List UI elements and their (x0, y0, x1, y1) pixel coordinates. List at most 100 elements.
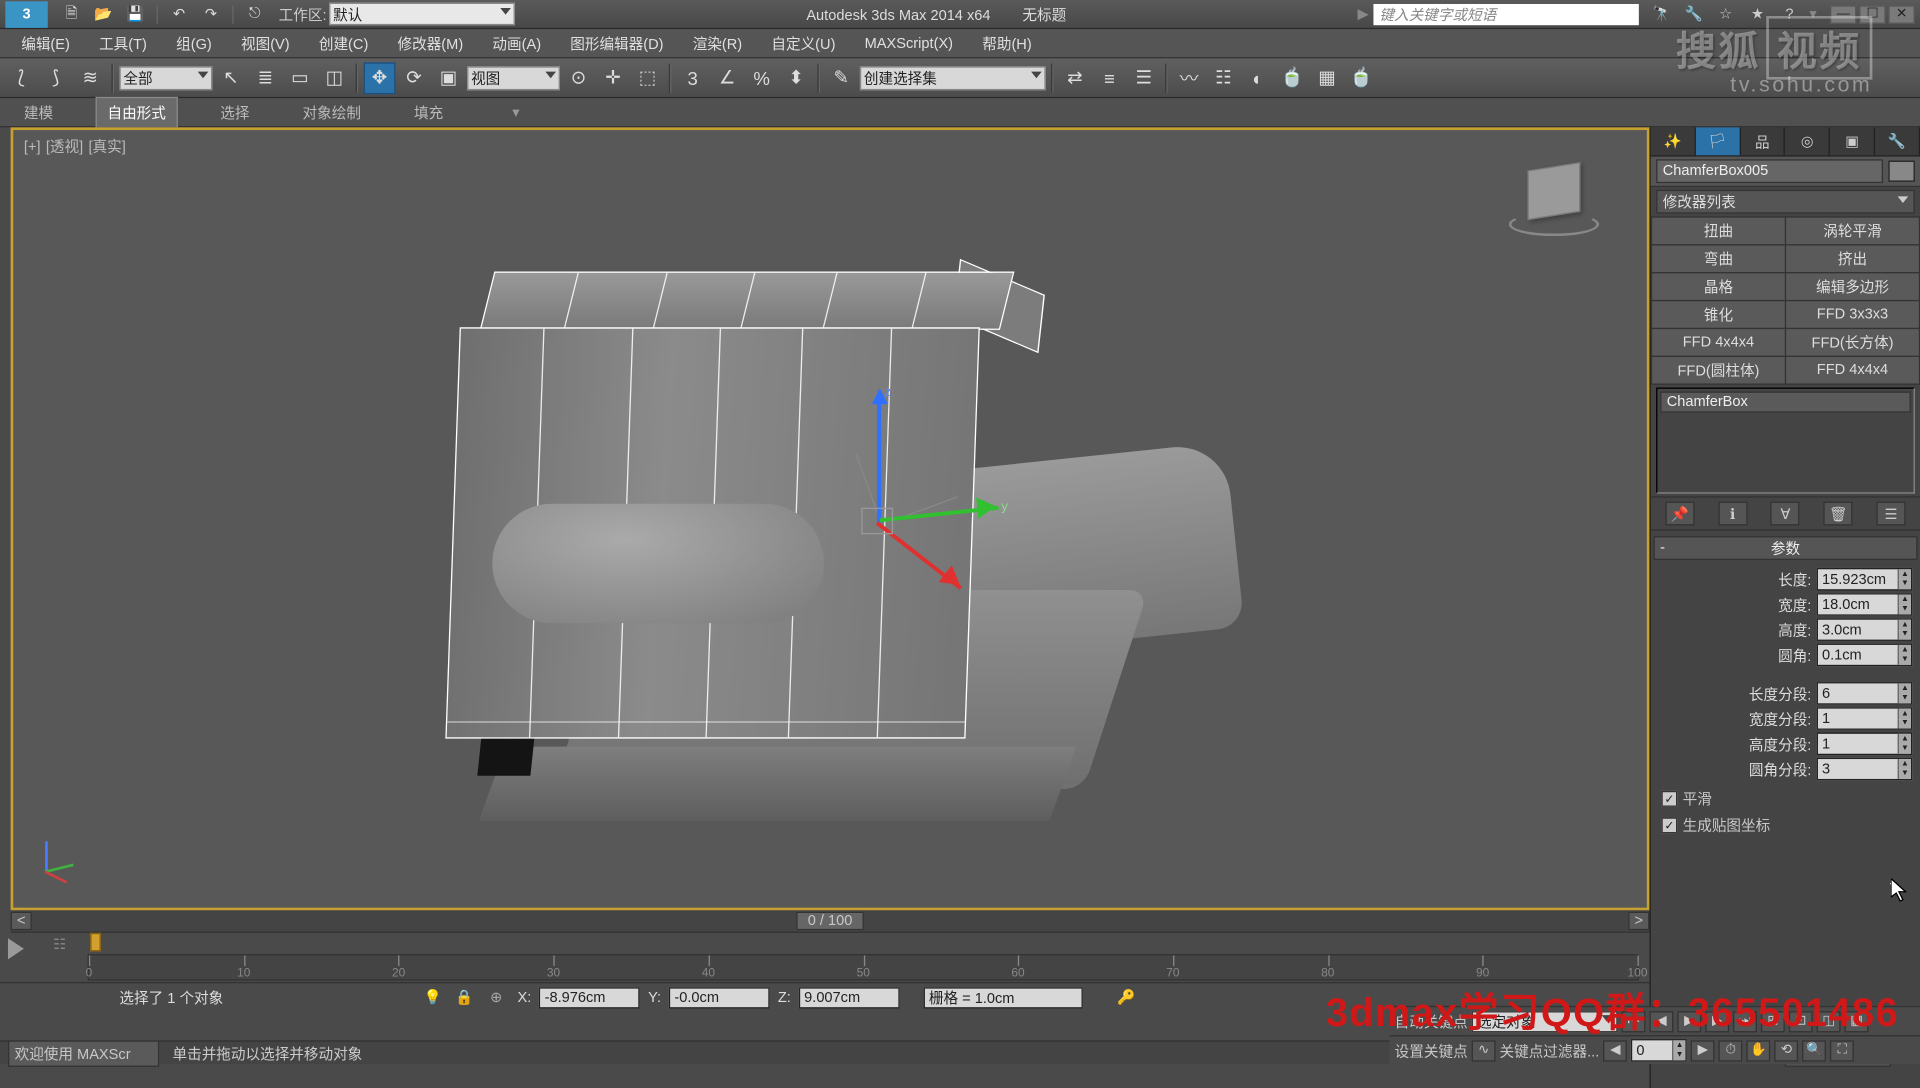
object-name-field[interactable]: ChamferBox005 (1656, 159, 1883, 183)
selection-filter-dropdown[interactable]: 全部 (119, 66, 212, 90)
height-spinner[interactable]: 3.0cm▲▼ (1817, 618, 1913, 641)
menu-view[interactable]: 视图(V) (228, 30, 303, 57)
mod-lattice[interactable]: 晶格 (1652, 273, 1785, 300)
maxscript-listener[interactable]: 欢迎使用 MAXScr (8, 1040, 159, 1067)
key-icon[interactable]: 🔑 (1117, 989, 1135, 1006)
frame-indicator[interactable]: 0 / 100 (796, 912, 865, 931)
play-icon[interactable] (8, 938, 35, 959)
mod-ffdbox[interactable]: FFD(长方体) (1786, 329, 1919, 356)
ribbon-tab-freeform[interactable]: 自由形式 (96, 97, 178, 128)
menu-create[interactable]: 创建(C) (306, 30, 382, 57)
rotate-icon[interactable]: ⟳ (398, 62, 430, 94)
cmd-tab-modify-icon[interactable]: 🏳 (1696, 127, 1741, 155)
menu-group[interactable]: 组(G) (163, 30, 225, 57)
lock-selection-icon[interactable]: 💡 (419, 987, 446, 1008)
object-color-swatch[interactable] (1888, 161, 1915, 182)
named-set-edit-icon[interactable]: ✎ (825, 62, 857, 94)
menu-tools[interactable]: 工具(T) (86, 30, 160, 57)
fseg-spinner[interactable]: 3▲▼ (1817, 758, 1913, 781)
mod-ffd4b[interactable]: FFD 4x4x4 (1786, 357, 1919, 384)
configure-sets-icon[interactable]: ☰ (1876, 502, 1905, 526)
viewport-label[interactable]: [+][透视][真实] (21, 135, 128, 156)
coord-z-field[interactable]: 9.007cm (799, 987, 900, 1008)
mod-turbosmooth[interactable]: 涡轮平滑 (1786, 218, 1919, 245)
coord-y-field[interactable]: -0.0cm (669, 987, 770, 1008)
axis-y[interactable] (879, 506, 998, 522)
maximize-vp-icon[interactable]: ⛶ (1830, 1040, 1854, 1061)
snap-toggle-icon[interactable]: ⬚ (632, 62, 664, 94)
current-frame-spinner[interactable]: 0▲▼ (1631, 1039, 1687, 1062)
ribbon-tab-populate[interactable]: 填充 (403, 98, 453, 127)
mod-editpoly[interactable]: 编辑多边形 (1786, 273, 1919, 300)
ribbon-tab-objectpaint[interactable]: 对象绘制 (292, 98, 372, 127)
align-icon[interactable]: ≡ (1093, 62, 1125, 94)
keyfilter-label[interactable]: 关键点过滤器... (1500, 1040, 1600, 1061)
rollout-parameters[interactable]: -参数 (1653, 536, 1917, 560)
material-editor-icon[interactable]: ◐ (1242, 62, 1274, 94)
unlink-icon[interactable]: ⟆ (40, 62, 72, 94)
mod-twist[interactable]: 扭曲 (1652, 218, 1785, 245)
scroll-right-icon[interactable]: > (1628, 912, 1649, 931)
named-selection-dropdown[interactable]: 创建选择集 (860, 66, 1046, 90)
select-by-name-icon[interactable]: ≣ (249, 62, 281, 94)
menu-edit[interactable]: 编辑(E) (8, 30, 83, 57)
timeline[interactable]: ☷ 0102030405060708090100 (11, 932, 1650, 982)
ribbon-tab-selection[interactable]: 选择 (210, 98, 260, 127)
cmd-tab-display-icon[interactable]: ▣ (1830, 127, 1875, 155)
pan-icon[interactable]: ✋ (1747, 1040, 1771, 1061)
qat-new-icon[interactable]: 🗎 (58, 2, 85, 26)
mirror-icon[interactable]: ⇄ (1059, 62, 1091, 94)
smooth-checkbox[interactable]: ✓ (1661, 791, 1677, 807)
spinner-snap-icon[interactable]: ⬍ (780, 62, 812, 94)
axis-z[interactable] (876, 391, 880, 524)
lseg-spinner[interactable]: 6▲▼ (1817, 682, 1913, 705)
percent-snap-icon[interactable]: % (746, 62, 778, 94)
layers-icon[interactable]: ☰ (1128, 62, 1160, 94)
time-ruler[interactable]: 0102030405060708090100 (88, 954, 1639, 981)
scale-icon[interactable]: ▣ (433, 62, 465, 94)
time-config-icon[interactable]: ⏱ (1719, 1040, 1743, 1061)
pin-stack-icon[interactable]: 📌 (1665, 502, 1694, 526)
wseg-spinner[interactable]: 1▲▼ (1817, 707, 1913, 730)
rect-select-icon[interactable]: ▭ (284, 62, 316, 94)
mod-ffdcyl[interactable]: FFD(圆柱体) (1652, 357, 1785, 384)
lock-icon[interactable]: 🔒 (454, 987, 475, 1008)
genmap-checkbox[interactable]: ✓ (1661, 817, 1677, 833)
setkey-curve-icon[interactable]: ∿ (1472, 1040, 1496, 1061)
next-key-icon[interactable]: ▶ (1691, 1040, 1715, 1061)
menu-maxscript[interactable]: MAXScript(X) (851, 33, 966, 54)
fillet-spinner[interactable]: 0.1cm▲▼ (1817, 644, 1913, 667)
length-spinner[interactable]: 15.923cm▲▼ (1817, 568, 1913, 591)
time-slider[interactable] (90, 933, 101, 952)
ref-coord-dropdown[interactable]: 视图 (467, 66, 560, 90)
bind-icon[interactable]: ≋ (74, 62, 106, 94)
viewcube[interactable] (1501, 157, 1607, 237)
mod-extrude[interactable]: 挤出 (1786, 245, 1919, 272)
remove-modifier-icon[interactable]: 🗑 (1824, 502, 1853, 526)
menu-animation[interactable]: 动画(A) (479, 30, 554, 57)
cmd-tab-utilities-icon[interactable]: 🔧 (1875, 127, 1920, 155)
binoculars-icon[interactable]: 🔭 (1650, 3, 1674, 24)
schematic-icon[interactable]: ☷ (1208, 62, 1240, 94)
scroll-left-icon[interactable]: < (11, 912, 32, 931)
window-crossing-icon[interactable]: ◫ (318, 62, 350, 94)
timeline-config-icon[interactable]: ☷ (45, 933, 74, 954)
hseg-spinner[interactable]: 1▲▼ (1817, 733, 1913, 756)
cmd-tab-hierarchy-icon[interactable]: 品 (1741, 127, 1786, 155)
render-setup-icon[interactable]: 🍵 (1277, 62, 1309, 94)
coord-x-field[interactable]: -8.976cm (539, 987, 640, 1008)
coord-display-icon[interactable]: ⊕ (483, 987, 510, 1008)
qat-link-icon[interactable]: ⎋ (242, 2, 269, 26)
qat-save-icon[interactable]: 💾 (122, 2, 149, 26)
qat-open-icon[interactable]: 📂 (90, 2, 117, 26)
move-icon[interactable]: ✥ (364, 62, 396, 94)
workspace-dropdown[interactable]: 默认 (329, 3, 515, 26)
mod-ffd4[interactable]: FFD 4x4x4 (1652, 329, 1785, 356)
link-icon[interactable]: ⟅ (5, 62, 37, 94)
cmd-tab-motion-icon[interactable]: ◎ (1785, 127, 1830, 155)
menu-grapheditors[interactable]: 图形编辑器(D) (557, 30, 677, 57)
ribbon-tab-modeling[interactable]: 建模 (13, 98, 63, 127)
menu-modifiers[interactable]: 修改器(M) (384, 30, 476, 57)
qat-undo-icon[interactable]: ↶ (166, 2, 193, 26)
render-frame-icon[interactable]: ▦ (1311, 62, 1343, 94)
